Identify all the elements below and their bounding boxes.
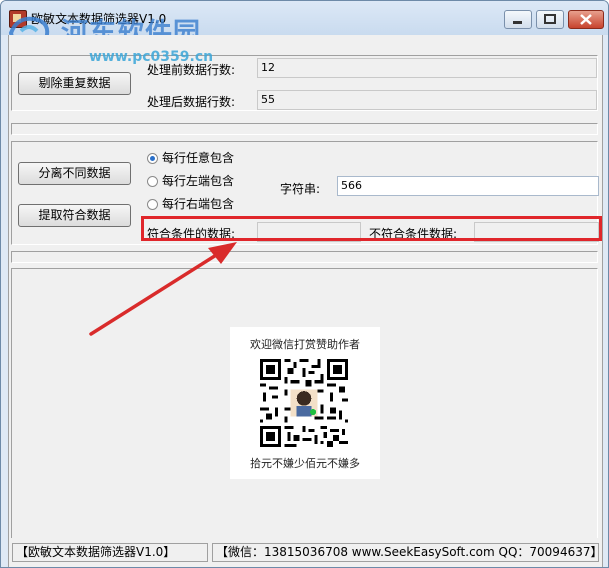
sponsor-bottom-text: 拾元不嫌少佰元不嫌多 [250,457,360,470]
status-app-name: 【欧敏文本数据筛选器V1.0】 [12,543,208,562]
annotation-arrow-icon [89,242,237,336]
status-contact-info: 【微信：13815036708 www.SeekEasySoft.com QQ：… [212,543,599,562]
watermark-url: www.pc0359.cn [89,49,214,65]
sponsor-card: 欢迎微信打赏赞助作者 拾元不嫌少佰元不嫌多 [230,327,380,479]
qr-code-icon [260,359,348,447]
sponsor-top-text: 欢迎微信打赏赞助作者 [250,338,360,351]
status-bar: 【欧敏文本数据筛选器V1.0】 【微信：13815036708 www.Seek… [8,539,603,567]
app-window: 欧敏文本数据筛选器V1.0 河东软件园 剔除重复数据 处理前数据行数: 12 处… [0,0,609,568]
